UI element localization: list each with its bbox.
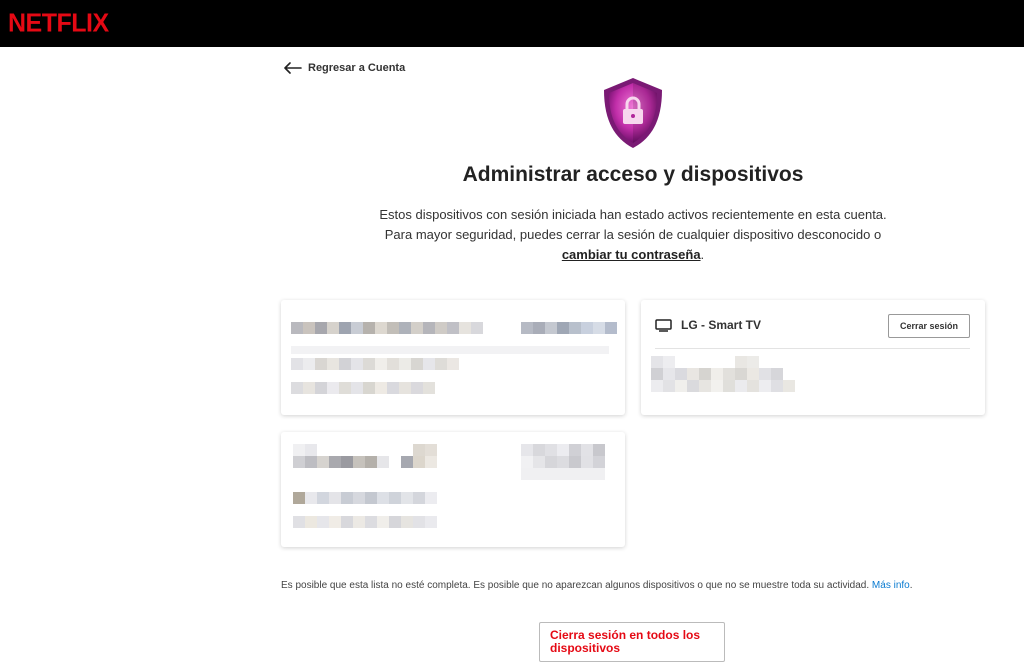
redacted-text: [291, 358, 459, 370]
divider: [655, 348, 970, 349]
redacted-text: [651, 380, 795, 392]
sign-out-all-devices-button[interactable]: Cierra sesión en todos los dispositivos: [539, 622, 725, 662]
device-header: LG - Smart TV: [655, 318, 761, 332]
disclaimer-text: Es posible que esta lista no esté comple…: [281, 580, 872, 591]
redacted-text: [521, 322, 617, 334]
tv-icon: [655, 318, 672, 332]
device-name: LG - Smart TV: [681, 318, 762, 332]
top-bar: NETFLIX: [0, 0, 1024, 47]
device-card: [281, 300, 625, 415]
back-to-account-link[interactable]: Regresar a Cuenta: [284, 62, 405, 74]
change-password-link[interactable]: cambiar tu contraseña: [562, 247, 701, 262]
redacted-text: [293, 456, 437, 468]
redacted-text: [291, 346, 609, 354]
disclaimer-end: .: [909, 580, 913, 591]
redacted-text: [291, 382, 435, 394]
sign-out-device-button[interactable]: Cerrar sesión: [888, 314, 970, 338]
redacted-text: [293, 492, 437, 504]
redacted-text: [651, 356, 759, 368]
redacted-text: [521, 456, 605, 468]
redacted-text: [291, 322, 483, 334]
back-link-label: Regresar a Cuenta: [308, 62, 406, 74]
description-end: .: [700, 247, 705, 262]
shield-lock-icon: [604, 78, 662, 148]
redacted-text: [293, 444, 437, 456]
redacted-text: [521, 444, 605, 456]
redacted-text: [651, 368, 783, 380]
page-description: Estos dispositivos con sesión iniciada h…: [372, 205, 894, 265]
device-card: [281, 432, 625, 547]
redacted-text: [293, 516, 437, 528]
more-info-link[interactable]: Más info: [872, 580, 910, 591]
redacted-text: [521, 468, 605, 480]
page-title: Administrar acceso y dispositivos: [462, 163, 804, 186]
netflix-logo[interactable]: NETFLIX: [8, 8, 109, 38]
arrow-left-icon: [284, 62, 302, 74]
device-card-lg-smart-tv: LG - Smart TV Cerrar sesión: [641, 300, 985, 415]
description-text: Estos dispositivos con sesión iniciada h…: [379, 207, 887, 242]
list-disclaimer: Es posible que esta lista no esté comple…: [281, 580, 913, 591]
